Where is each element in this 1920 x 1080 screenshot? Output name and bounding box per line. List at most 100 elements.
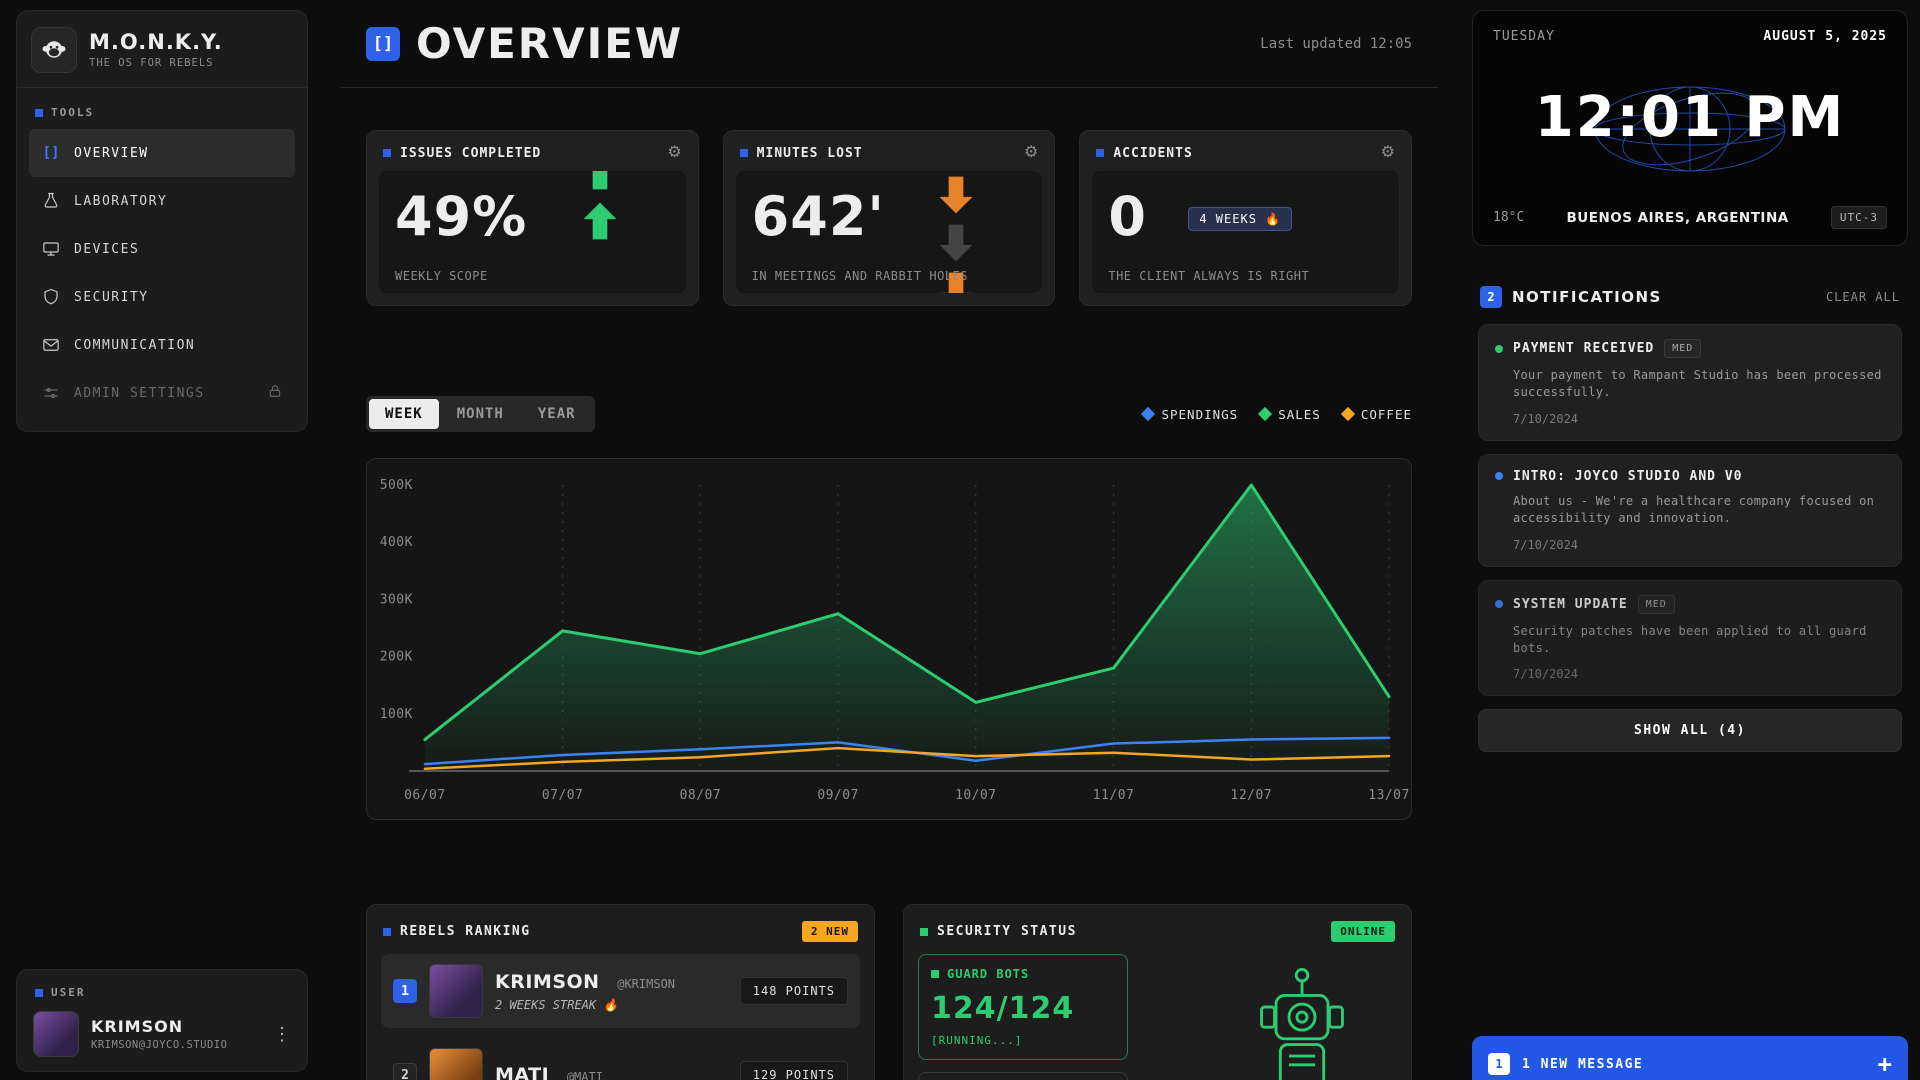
priority-badge: MED <box>1664 339 1701 358</box>
message-label: 1 NEW MESSAGE <box>1522 1057 1643 1072</box>
sidebar-item-label: ADMIN SETTINGS <box>74 386 205 401</box>
left-sidebar: M.O.N.K.Y. THE OS FOR REBELS TOOLS [] OV… <box>16 10 308 1072</box>
stat-title: MINUTES LOST <box>757 146 863 161</box>
sidebar-item-overview[interactable]: [] OVERVIEW <box>29 129 295 177</box>
mail-icon <box>41 336 61 354</box>
sidebar-item-laboratory[interactable]: LABORATORY <box>29 177 295 225</box>
monitor-icon <box>41 240 61 258</box>
rank-streak: 2 WEEKS STREAK 🔥 <box>495 998 675 1012</box>
app-title: M.O.N.K.Y. <box>89 31 223 54</box>
stat-card-issues-completed: ISSUES COMPLETED ⚙ 49% WEEKLY SCOPE <box>366 130 699 306</box>
notification-body: Security patches have been applied to al… <box>1513 623 1885 658</box>
new-message-bar[interactable]: 1 1 NEW MESSAGE + <box>1472 1036 1908 1080</box>
legend-label: SALES <box>1278 407 1321 422</box>
notification-intro[interactable]: INTRO: JOYCO STUDIO AND V0 About us - We… <box>1478 454 1902 567</box>
user-name: KRIMSON <box>91 1017 227 1036</box>
stat-bullet <box>740 149 748 157</box>
gear-icon[interactable]: ⚙ <box>1024 145 1038 161</box>
notification-title: SYSTEM UPDATE <box>1513 597 1628 612</box>
plus-icon[interactable]: + <box>1878 1052 1892 1076</box>
guard-bots-value: 124/124 <box>931 991 1115 1026</box>
user-email: KRIMSON@JOYCO.STUDIO <box>91 1039 227 1051</box>
points-badge: 129 POINTS <box>740 1061 848 1080</box>
stat-value-box: 49% WEEKLY SCOPE <box>379 171 686 293</box>
rank-handle: @MATI <box>567 1070 603 1080</box>
section-bullet <box>35 989 43 997</box>
notification-payment-received[interactable]: PAYMENT RECEIVED MED Your payment to Ram… <box>1478 324 1902 441</box>
chart-range-tabs: WEEK MONTH YEAR <box>366 396 595 432</box>
lock-icon <box>267 383 283 403</box>
firewall-box: FIREWALL <box>918 1072 1128 1080</box>
notification-body: Your payment to Rampant Studio has been … <box>1513 367 1885 402</box>
gear-icon[interactable]: ⚙ <box>667 145 681 161</box>
user-avatar <box>33 1011 79 1057</box>
tab-week[interactable]: WEEK <box>369 399 439 429</box>
svg-text:11/07: 11/07 <box>1093 788 1135 803</box>
sidebar-nav-card: M.O.N.K.Y. THE OS FOR REBELS TOOLS [] OV… <box>16 10 308 432</box>
priority-badge: MED <box>1638 595 1675 614</box>
chart-legend: SPENDINGS SALES COFFEE <box>1143 407 1412 422</box>
notification-body: About us - We're a healthcare company fo… <box>1513 493 1885 528</box>
sidebar-item-security[interactable]: SECURITY <box>29 273 295 321</box>
stat-value: 0 <box>1108 185 1147 248</box>
notification-date: 7/10/2024 <box>1513 412 1885 426</box>
sidebar-item-admin-settings[interactable]: ADMIN SETTINGS <box>29 369 295 417</box>
chart-controls: WEEK MONTH YEAR SPENDINGS SALES COFFEE <box>366 396 1412 432</box>
stat-caption: THE CLIENT ALWAYS IS RIGHT <box>1108 269 1309 283</box>
tab-year[interactable]: YEAR <box>522 399 592 429</box>
clock-time: 12:01 PM <box>1473 85 1907 150</box>
gear-icon[interactable]: ⚙ <box>1381 145 1395 161</box>
ranking-row-2[interactable]: 2 MATI @MATI 129 POINTS <box>381 1038 860 1080</box>
monkey-logo-icon <box>31 27 77 73</box>
status-dot <box>1495 472 1503 480</box>
stat-value-box: 642' IN MEETINGS AND RABBIT HOLES <box>736 171 1043 293</box>
points-badge: 148 POINTS <box>740 977 848 1005</box>
streak-badge: 4 WEEKS 🔥 <box>1188 207 1292 231</box>
notification-title: PAYMENT RECEIVED <box>1513 341 1654 356</box>
svg-text:400K: 400K <box>380 535 413 550</box>
sidebar-item-devices[interactable]: DEVICES <box>29 225 295 273</box>
sidebar-item-label: OVERVIEW <box>74 146 149 161</box>
rank-handle: @KRIMSON <box>617 977 675 991</box>
guard-bots-label: GUARD BOTS <box>947 967 1029 981</box>
user-card: USER KRIMSON KRIMSON@JOYCO.STUDIO ⋮ <box>16 969 308 1072</box>
diamond-icon <box>1141 407 1155 421</box>
rank-name: MATI <box>495 1064 549 1080</box>
guard-bot-illustration <box>1237 957 1367 1080</box>
svg-text:200K: 200K <box>380 650 413 665</box>
svg-text:08/07: 08/07 <box>680 788 722 803</box>
line-chart: 500K400K300K200K100K06/0707/0708/0709/07… <box>367 459 1411 819</box>
stat-bullet <box>1096 149 1104 157</box>
timezone-badge: UTC-3 <box>1831 206 1887 229</box>
rank-number: 2 <box>393 1063 417 1080</box>
tab-month[interactable]: MONTH <box>441 399 520 429</box>
stat-title: ISSUES COMPLETED <box>400 146 541 161</box>
panel-bullet <box>383 928 391 936</box>
shield-icon <box>41 288 61 306</box>
svg-text:09/07: 09/07 <box>817 788 859 803</box>
new-badge: 2 NEW <box>802 921 858 942</box>
clear-all-button[interactable]: CLEAR ALL <box>1826 290 1900 304</box>
notification-date: 7/10/2024 <box>1513 538 1885 552</box>
user-section-label: USER <box>29 980 295 1009</box>
notification-system-update[interactable]: SYSTEM UPDATE MED Security patches have … <box>1478 580 1902 697</box>
sidebar-item-communication[interactable]: COMMUNICATION <box>29 321 295 369</box>
svg-text:300K: 300K <box>380 592 413 607</box>
security-status-panel: SECURITY STATUS ONLINE GUARD BOTS 124/12… <box>903 904 1412 1080</box>
overview-brackets-icon: [] <box>41 145 61 161</box>
app-tagline: THE OS FOR REBELS <box>89 57 223 69</box>
main-content: [] OVERVIEW Last updated 12:05 ISSUES CO… <box>340 0 1438 1080</box>
tools-label-text: TOOLS <box>51 106 94 119</box>
notifications-count-badge: 2 <box>1480 286 1502 308</box>
user-label-text: USER <box>51 986 86 999</box>
svg-text:100K: 100K <box>380 707 413 722</box>
sidebar-item-label: DEVICES <box>74 242 139 257</box>
rank-name: KRIMSON <box>495 971 600 993</box>
show-all-button[interactable]: SHOW ALL (4) <box>1478 709 1902 752</box>
status-dot <box>1495 600 1503 608</box>
avatar <box>429 964 483 1018</box>
user-menu-button[interactable]: ⋮ <box>273 1024 291 1045</box>
tools-section: TOOLS [] OVERVIEW LABORATORY DEVICES <box>17 87 307 431</box>
ranking-row-1[interactable]: 1 KRIMSON @KRIMSON 2 WEEKS STREAK 🔥 148 … <box>381 954 860 1028</box>
stats-row: ISSUES COMPLETED ⚙ 49% WEEKLY SCOPE MINU… <box>366 130 1412 306</box>
